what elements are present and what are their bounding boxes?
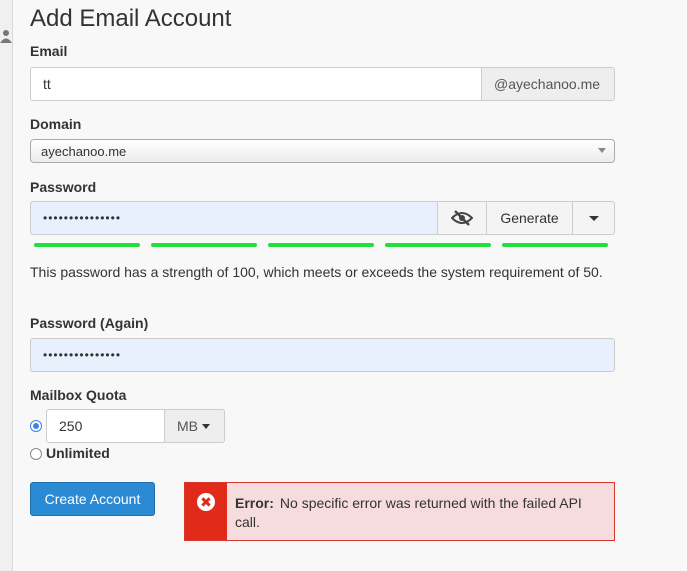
error-alert: ✖ Error: No specific error was returned w… — [184, 482, 615, 541]
users-icon — [0, 30, 12, 43]
strength-segment — [151, 243, 257, 247]
domain-select-value: ayechanoo.me — [41, 143, 127, 159]
create-account-button[interactable]: Create Account — [30, 482, 155, 516]
mailbox-quota-label: Mailbox Quota — [30, 387, 127, 403]
caret-down-icon — [588, 215, 599, 221]
error-alert-body: Error: No specific error was returned wit… — [227, 483, 614, 540]
quota-unit-label: MB — [177, 418, 198, 434]
error-x-icon: ✖ — [197, 493, 215, 511]
generate-options-button[interactable] — [573, 201, 615, 235]
email-input[interactable]: tt — [30, 67, 482, 101]
password-again-input[interactable]: ••••••••••••••• — [30, 338, 615, 372]
caret-down-icon — [202, 423, 210, 429]
error-alert-side: ✖ — [185, 483, 227, 540]
password-again-label: Password (Again) — [30, 315, 149, 331]
toggle-visibility-button[interactable] — [438, 201, 487, 235]
generate-password-button[interactable]: Generate — [487, 201, 573, 235]
strength-segment — [268, 243, 374, 247]
select-caret-icon — [598, 148, 606, 153]
quota-custom-radio[interactable] — [30, 420, 42, 432]
strength-segment — [502, 243, 608, 247]
quota-input[interactable]: 250 — [46, 409, 165, 443]
password-strength-meter — [34, 243, 608, 247]
quota-input-group: 250 MB — [46, 409, 225, 443]
error-title: Error: — [235, 495, 274, 511]
password-input-group: ••••••••••••••• Generate — [30, 201, 615, 235]
quota-unit-dropdown[interactable]: MB — [165, 409, 225, 443]
email-domain-addon: @ayechanoo.me — [482, 67, 615, 101]
quota-unlimited-radio[interactable] — [30, 448, 42, 460]
strength-segment — [385, 243, 491, 247]
error-message: No specific error was returned with the … — [235, 495, 582, 530]
password-input[interactable]: ••••••••••••••• — [30, 201, 438, 235]
quota-unlimited-label[interactable]: Unlimited — [46, 445, 110, 461]
eye-slash-icon — [451, 210, 473, 226]
strength-segment — [34, 243, 140, 247]
email-label: Email — [30, 43, 68, 59]
left-rail — [0, 0, 13, 571]
password-label: Password — [30, 179, 97, 195]
domain-label: Domain — [30, 116, 82, 132]
page-title: Add Email Account — [30, 5, 232, 32]
email-input-group: tt @ayechanoo.me — [30, 67, 615, 101]
domain-select[interactable]: ayechanoo.me — [30, 139, 615, 163]
password-strength-text: This password has a strength of 100, whi… — [30, 264, 603, 280]
